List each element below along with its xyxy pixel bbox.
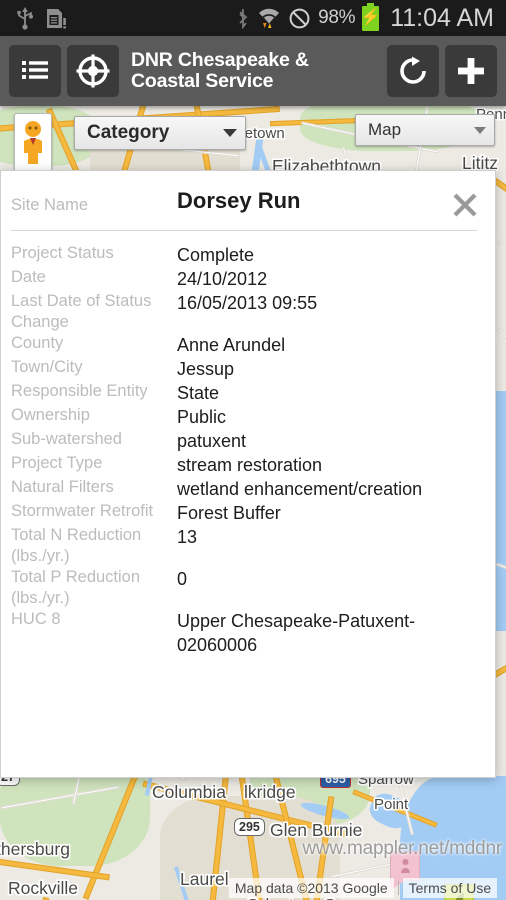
table-row: Natural Filters wetland enhancement/crea…: [11, 477, 477, 501]
table-row: Project Status Complete: [11, 243, 477, 267]
field-label: County: [11, 333, 64, 352]
app-header: DNR Chesapeake & Coastal Service: [0, 36, 506, 106]
refresh-button[interactable]: [387, 45, 439, 97]
field-value: 0: [177, 568, 188, 589]
usb-icon: [17, 7, 33, 30]
field-label: HUC 8: [11, 609, 61, 628]
category-dropdown[interactable]: Category: [74, 116, 246, 150]
battery-percent: 98%: [318, 7, 356, 28]
field-label: Responsible Entity: [11, 381, 148, 400]
table-row: Sub-watershed patuxent: [11, 429, 477, 453]
bluetooth-icon: [239, 9, 248, 30]
status-bar-left-icons: [0, 6, 68, 30]
refresh-icon: [400, 56, 426, 84]
table-row: Responsible Entity State: [11, 381, 477, 405]
silent-mode-icon: [289, 8, 310, 28]
mappler-watermark: www.mappler.net/mddnr: [302, 838, 502, 859]
chevron-down-icon: [223, 129, 237, 137]
field-value: stream restoration: [177, 454, 323, 475]
spacer-row: [11, 231, 477, 243]
site-fields-table: Site Name Dorsey Run Project Status Comp…: [11, 187, 477, 657]
field-label: Last Date of Status Change: [11, 291, 152, 331]
table-row: Total N Reduction (lbs./yr.) 13: [11, 525, 477, 567]
field-label: Total N Reduction (lbs./yr.): [11, 525, 142, 565]
field-value: Upper Chesapeake-Patuxent-02060006: [177, 610, 416, 655]
plus-icon: [458, 58, 484, 84]
field-value: State: [177, 382, 220, 403]
table-row: Stormwater Retrofit Forest Buffer: [11, 501, 477, 525]
field-value: wetland enhancement/creation: [177, 478, 423, 499]
table-row: Total P Reduction (lbs./yr.) 0: [11, 567, 477, 609]
field-value: 13: [177, 526, 198, 547]
table-row: Last Date of Status Change 16/05/2013 09…: [11, 291, 477, 333]
table-row: HUC 8 Upper Chesapeake-Patuxent-02060006: [11, 609, 477, 657]
list-icon: [22, 61, 48, 79]
add-button[interactable]: [445, 45, 497, 97]
table-row: Site Name Dorsey Run: [11, 187, 477, 231]
close-panel-button[interactable]: [451, 191, 479, 219]
site-detail-panel: Site Name Dorsey Run Project Status Comp…: [0, 170, 496, 778]
highway-shield: 295: [234, 818, 265, 836]
field-label: Site Name: [11, 187, 177, 231]
chevron-down-icon: [474, 126, 486, 134]
table-row: Town/City Jessup: [11, 357, 477, 381]
field-value: patuxent: [177, 430, 247, 451]
battery-charging-icon: ⚡: [360, 2, 381, 31]
street-view-pegman-button[interactable]: [14, 113, 52, 173]
crosshair-target-icon: [76, 54, 110, 88]
field-label: Date: [11, 267, 46, 286]
field-value: Public: [177, 406, 227, 427]
field-label: Town/City: [11, 357, 83, 376]
person-icon: [400, 859, 410, 873]
wifi-icon: [259, 8, 280, 28]
sd-card-warning-icon: [47, 9, 66, 29]
field-value: 24/10/2012: [177, 268, 268, 289]
map-marker-project[interactable]: [444, 884, 474, 900]
map-type-dropdown-label: Map: [368, 120, 402, 139]
field-value: Anne Arundel: [177, 334, 286, 355]
street-view-pegman-icon: [24, 121, 42, 164]
map-type-dropdown[interactable]: Map: [355, 114, 495, 146]
charging-bolt-icon: ⚡: [360, 9, 381, 26]
category-dropdown-label: Category: [87, 122, 170, 143]
clock-time: 11:04 AM: [390, 3, 494, 32]
leaf-icon: [455, 893, 464, 900]
close-icon: [453, 193, 477, 217]
field-label: Ownership: [11, 405, 90, 424]
android-status-bar: 98% ⚡ 11:04 AM: [0, 0, 506, 36]
page-title: DNR Chesapeake & Coastal Service: [131, 49, 309, 92]
field-value: Forest Buffer: [177, 502, 281, 523]
app-root: 98% ⚡ 11:04 AM DNR Chesapeake & Coastal …: [0, 0, 506, 900]
field-value: Jessup: [177, 358, 235, 379]
field-value: Dorsey Run: [177, 187, 477, 231]
field-label: Project Type: [11, 453, 103, 472]
field-label: Sub-watershed: [11, 429, 122, 448]
field-label: Natural Filters: [11, 477, 114, 496]
table-row: County Anne Arundel: [11, 333, 477, 357]
status-bar-right-icons: 98% ⚡ 11:04 AM: [236, 2, 506, 33]
field-value: Complete: [177, 244, 255, 265]
field-label: Total P Reduction (lbs./yr.): [11, 567, 141, 607]
field-label: Stormwater Retrofit: [11, 501, 154, 520]
field-value: 16/05/2013 09:55: [177, 292, 318, 313]
menu-list-button[interactable]: [9, 45, 61, 97]
table-row: Project Type stream restoration: [11, 453, 477, 477]
table-row: Date 24/10/2012: [11, 267, 477, 291]
locate-me-button[interactable]: [67, 45, 119, 97]
field-label: Project Status: [11, 243, 114, 262]
table-row: Ownership Public: [11, 405, 477, 429]
